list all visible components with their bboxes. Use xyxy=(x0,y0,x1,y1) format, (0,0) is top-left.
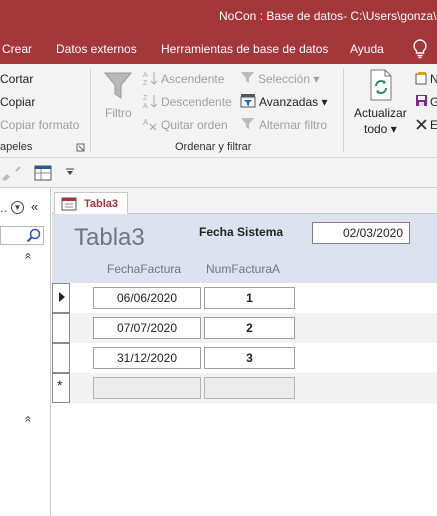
window-title: NoCon : Base de datos- C:\Users\gonza\D xyxy=(219,9,437,23)
nav-menu-chevron-icon[interactable]: ▼ xyxy=(11,201,24,214)
num-factura-field[interactable]: 1 xyxy=(204,287,295,309)
title-bar: NoCon : Base de datos- C:\Users\gonza\D xyxy=(0,0,437,34)
selection-dropdown[interactable]: Selección ▾ xyxy=(258,72,319,86)
form-icon xyxy=(61,197,77,211)
table-row: 06/06/2020 1 xyxy=(52,283,437,313)
table-row: 07/07/2020 2 xyxy=(52,313,437,343)
filter-funnel-icon xyxy=(103,72,133,99)
toggle-filter-button[interactable]: Alternar filtro xyxy=(259,118,327,132)
refresh-all-line2: todo xyxy=(364,122,388,136)
sort-ascending-button[interactable]: Ascendente xyxy=(161,72,224,86)
new-record-marker: * xyxy=(57,377,63,393)
advanced-label: Avanzadas xyxy=(259,95,319,109)
tab-tabla3[interactable]: Tabla3 xyxy=(54,192,128,215)
quick-toolbar xyxy=(0,158,437,188)
nav-group-collapse-icon[interactable]: « xyxy=(21,253,35,260)
cut-button[interactable]: Cortar xyxy=(0,72,33,86)
nav-group-collapse-icon[interactable]: « xyxy=(21,416,35,423)
sort-filter-group-label: Ordenar y filtrar xyxy=(175,141,252,153)
svg-text:A: A xyxy=(143,118,149,127)
tab-datos-externos[interactable]: Datos externos xyxy=(56,42,137,56)
form-area: Tabla3 Tabla3 Fecha Sistema 02/03/2020 F… xyxy=(52,188,437,516)
svg-text:Z: Z xyxy=(143,95,148,102)
svg-text:A: A xyxy=(143,103,148,109)
customize-toolbar-icon[interactable] xyxy=(65,168,75,176)
copy-button[interactable]: Copiar xyxy=(0,95,35,109)
doc-tab-label: Tabla3 xyxy=(84,198,119,210)
record-selector[interactable] xyxy=(52,313,70,343)
tab-crear[interactable]: Crear xyxy=(2,42,32,56)
toggle-filter-icon xyxy=(241,118,254,129)
ribbon-separator xyxy=(343,68,344,152)
svg-text:A: A xyxy=(143,72,148,79)
form-header: Tabla3 Fecha Sistema 02/03/2020 FechaFac… xyxy=(52,214,437,283)
fecha-factura-field[interactable]: 06/06/2020 xyxy=(93,287,201,309)
navigation-pane: .. ▼ « « « xyxy=(0,188,51,516)
record-selector[interactable] xyxy=(52,283,70,313)
ribbon-separator xyxy=(90,68,91,152)
tab-ayuda[interactable]: Ayuda xyxy=(350,42,384,56)
lightbulb-icon[interactable] xyxy=(412,39,428,59)
new-num-factura-field[interactable] xyxy=(204,377,295,399)
col-header-num: NumFacturaA xyxy=(206,262,281,276)
col-header-fecha: FechaFactura xyxy=(107,262,182,276)
delete-button[interactable]: E xyxy=(430,118,437,132)
filter-button[interactable]: Filtro xyxy=(105,106,132,120)
save-button[interactable]: G xyxy=(430,95,437,109)
refresh-all-icon xyxy=(370,69,392,101)
ribbon: Cortar Copiar Copiar formato apeles Filt… xyxy=(0,64,437,158)
advanced-dropdown[interactable]: Avanzadas ▾ xyxy=(259,95,328,109)
nav-search-input[interactable] xyxy=(0,226,44,245)
current-record-arrow-icon xyxy=(59,292,65,302)
refresh-all-line1[interactable]: Actualizar xyxy=(354,106,407,120)
remove-sort-button[interactable]: Quitar orden xyxy=(161,118,228,132)
datasheet-view-icon[interactable] xyxy=(34,165,52,181)
new-record-row: * xyxy=(52,373,437,403)
advanced-filter-icon xyxy=(240,94,256,108)
record-selector[interactable] xyxy=(52,343,70,373)
brush-icon[interactable] xyxy=(0,165,22,181)
sort-descending-icon: Z A xyxy=(143,95,158,109)
sort-ascending-icon: A Z xyxy=(143,72,158,86)
fecha-sistema-label: Fecha Sistema xyxy=(199,225,284,239)
ribbon-tabs: Crear Datos externos Herramientas de bas… xyxy=(0,34,437,64)
tab-herramientas[interactable]: Herramientas de base de datos xyxy=(161,42,328,56)
fecha-factura-field[interactable]: 07/07/2020 xyxy=(93,317,201,339)
num-factura-field[interactable]: 3 xyxy=(204,347,295,369)
new-record-icon xyxy=(415,72,427,85)
nav-pane-title[interactable]: .. xyxy=(0,200,7,215)
selection-filter-icon xyxy=(241,72,254,83)
remove-sort-icon: A xyxy=(143,118,157,131)
refresh-all-dropdown[interactable]: todo ▾ xyxy=(364,122,397,136)
num-factura-field[interactable]: 2 xyxy=(204,317,295,339)
search-icon[interactable] xyxy=(26,228,41,243)
new-fecha-factura-field[interactable] xyxy=(93,377,201,399)
fecha-sistema-field[interactable]: 02/03/2020 xyxy=(312,222,410,244)
svg-text:Z: Z xyxy=(143,80,148,86)
table-row: 31/12/2020 3 xyxy=(52,343,437,373)
sort-descending-button[interactable]: Descendente xyxy=(161,95,232,109)
save-icon xyxy=(416,95,427,106)
selection-label: Selección xyxy=(258,72,311,86)
dialog-launcher-icon[interactable] xyxy=(76,143,85,152)
form-title: Tabla3 xyxy=(74,224,145,251)
fecha-factura-field[interactable]: 31/12/2020 xyxy=(93,347,201,369)
copy-format-button[interactable]: Copiar formato xyxy=(0,118,79,132)
nav-collapse-button[interactable]: « xyxy=(31,199,38,214)
clipboard-group-label: apeles xyxy=(0,141,33,153)
document-tab-strip: Tabla3 xyxy=(52,188,437,215)
new-record-button[interactable]: N xyxy=(430,72,437,86)
new-record-selector[interactable]: * xyxy=(52,373,70,403)
delete-icon xyxy=(416,119,427,130)
